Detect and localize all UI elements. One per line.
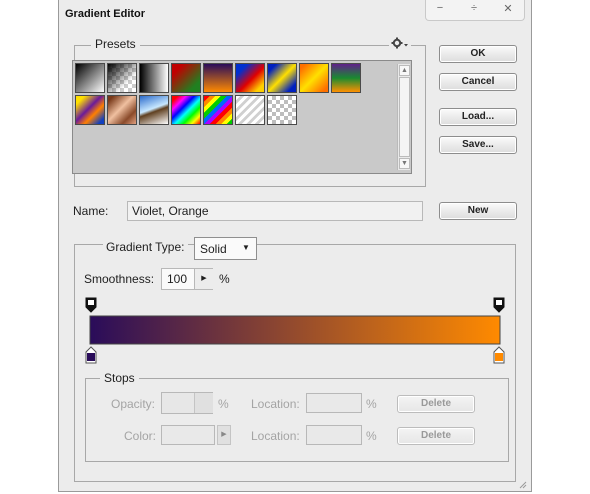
delete-opacity-stop-button[interactable]: Delete: [397, 395, 475, 413]
preset-swatch-spectrum[interactable]: [171, 95, 201, 125]
name-field[interactable]: Violet, Orange: [127, 201, 423, 221]
gradient-type-label: Gradient Type:: [103, 240, 188, 254]
opacity-stop-fill-0: [88, 300, 94, 305]
cancel-button[interactable]: Cancel: [439, 73, 517, 91]
restore-icon[interactable]: ÷: [464, 2, 484, 14]
save-button[interactable]: Save...: [439, 136, 517, 154]
color-location-unit: %: [366, 429, 377, 443]
gradient-type-select[interactable]: Solid ▼: [194, 237, 257, 260]
close-icon[interactable]: ✕: [498, 2, 518, 15]
preset-swatch-black-white[interactable]: [139, 63, 169, 93]
opacity-label: Opacity:: [111, 397, 156, 411]
new-button[interactable]: New: [439, 202, 517, 220]
preset-swatch-blue-yellow-blue[interactable]: [267, 63, 297, 93]
opacity-location-unit: %: [366, 397, 377, 411]
stops-group: Stops: [85, 371, 509, 462]
delete-color-stop-button[interactable]: Delete: [397, 427, 475, 445]
minimize-icon[interactable]: −: [430, 2, 450, 14]
preset-swatch-foreground-to-background[interactable]: [75, 63, 105, 93]
gradient-preview-bar[interactable]: [89, 315, 501, 345]
preset-swatch-blue-red-yellow[interactable]: [235, 63, 265, 93]
opacity-location-field: [306, 393, 362, 413]
color-swatch-field: [161, 425, 215, 445]
opacity-stepper-icon: [194, 393, 213, 413]
title-bar: Gradient Editor − ÷ ✕: [59, 0, 531, 28]
smoothness-unit: %: [219, 272, 230, 286]
preset-swatch-transparent-rainbow[interactable]: [203, 95, 233, 125]
scroll-thumb[interactable]: [399, 77, 410, 157]
resize-grip-icon[interactable]: [517, 478, 527, 489]
stops-legend: Stops: [100, 371, 139, 385]
opacity-stops: [85, 297, 505, 313]
gear-icon[interactable]: [389, 37, 411, 52]
preset-swatch-yellow-violet-orange-blue[interactable]: [75, 95, 105, 125]
preset-swatch-chrome[interactable]: [139, 95, 169, 125]
preset-scrollbar[interactable]: ▲ ▼: [397, 64, 410, 170]
color-stop-swatch-1: [495, 353, 503, 361]
preset-swatch-violet-green-orange[interactable]: [331, 63, 361, 93]
scroll-down-arrow-icon[interactable]: ▼: [399, 158, 410, 169]
preset-swatch-transparent-stripes[interactable]: [235, 95, 265, 125]
preset-swatch-copper[interactable]: [107, 95, 137, 125]
presets-legend: Presets: [91, 37, 140, 51]
load-button[interactable]: Load...: [439, 108, 517, 126]
smoothness-value: 100: [167, 272, 188, 286]
scroll-up-arrow-icon[interactable]: ▲: [399, 65, 410, 76]
presets-group: Presets ▲ ▼: [72, 37, 426, 187]
preset-swatch-orange-yellow-orange[interactable]: [299, 63, 329, 93]
color-stop-swatch-0: [87, 353, 95, 361]
color-stops: [85, 346, 505, 364]
window-title: Gradient Editor: [65, 8, 146, 20]
gradient-editor-window: Gradient Editor − ÷ ✕ Presets ▲ ▼ OK Can…: [58, 0, 532, 492]
window-controls: − ÷ ✕: [425, 0, 525, 21]
opacity-unit: %: [218, 397, 229, 411]
opacity-location-label: Location:: [251, 397, 300, 411]
chevron-down-icon: ▼: [242, 243, 250, 252]
color-location-label: Location:: [251, 429, 300, 443]
gradient-type-value: Solid: [200, 242, 227, 256]
opacity-stop-fill-1: [496, 300, 502, 305]
preset-swatch-foreground-to-transparent[interactable]: [107, 63, 137, 93]
smoothness-stepper-icon[interactable]: ▶: [194, 269, 213, 289]
ok-button[interactable]: OK: [439, 45, 517, 63]
color-label: Color:: [124, 429, 157, 443]
preset-swatch-list: ▲ ▼: [72, 60, 412, 174]
color-menu-arrow-icon: ▶: [217, 425, 231, 445]
name-value: Violet, Orange: [132, 204, 209, 218]
color-location-field: [306, 425, 362, 445]
preset-swatch-neutral-density[interactable]: [267, 95, 297, 125]
opacity-field: [161, 392, 213, 414]
preset-swatch-violet-orange[interactable]: [203, 63, 233, 93]
gradient-bar-area: [85, 297, 505, 364]
name-label: Name:: [73, 204, 109, 218]
smoothness-label: Smoothness:: [84, 272, 155, 286]
preset-swatch-red-green[interactable]: [171, 63, 201, 93]
smoothness-field[interactable]: 100 ▶: [161, 268, 213, 290]
